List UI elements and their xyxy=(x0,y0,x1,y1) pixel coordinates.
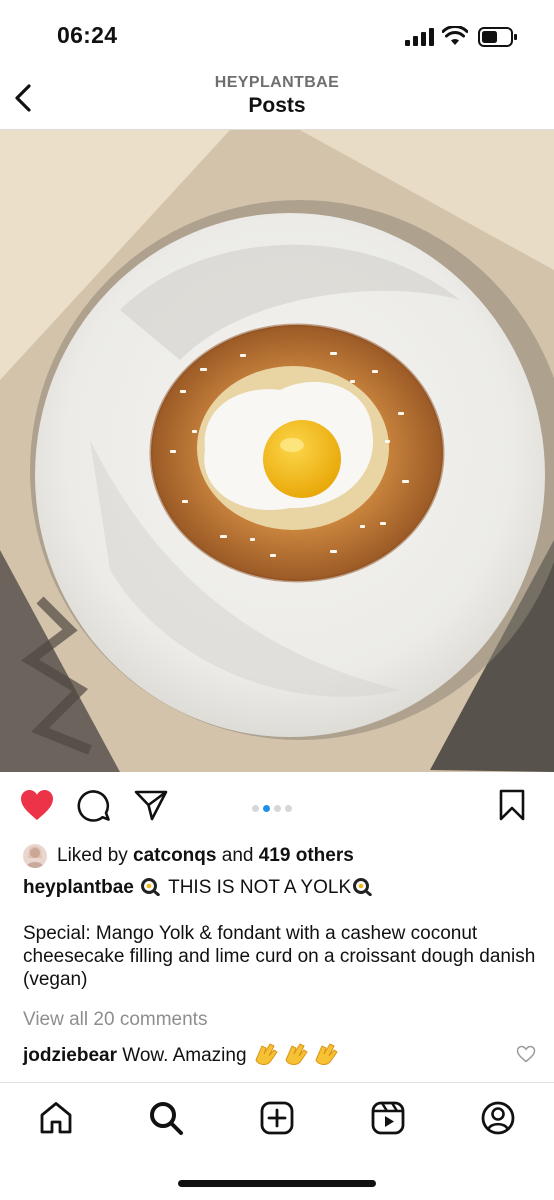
carousel-indicator xyxy=(252,799,296,817)
liked-by-prefix: Liked by xyxy=(57,845,134,866)
comment-item: jodziebear Wow. Amazing xyxy=(23,1040,342,1069)
status-time: 06:24 xyxy=(57,22,118,48)
battery-icon xyxy=(478,27,517,47)
paper-plane-icon[interactable] xyxy=(133,788,169,822)
reels-icon[interactable] xyxy=(370,1100,406,1136)
liked-by-user[interactable]: catconqs xyxy=(133,845,216,866)
home-icon[interactable] xyxy=(38,1100,74,1136)
liked-by-and: and xyxy=(216,845,259,866)
likes-summary[interactable]: Liked by catconqs and 419 others xyxy=(23,842,543,870)
liker-avatar xyxy=(23,844,47,868)
comment-user[interactable]: jodziebear xyxy=(23,1045,117,1066)
view-all-comments-link[interactable]: View all 20 comments xyxy=(23,1008,207,1032)
search-icon[interactable] xyxy=(148,1100,184,1136)
post-actions xyxy=(0,772,554,840)
heart-icon[interactable] xyxy=(19,788,55,822)
frying-pan-egg-icon xyxy=(141,878,160,896)
clapping-hands-icon xyxy=(255,1043,338,1065)
liked-by-others[interactable]: 419 others xyxy=(259,845,354,866)
page-title: Posts xyxy=(248,94,306,117)
status-bar: 06:24 xyxy=(0,0,554,70)
carousel-dot-active xyxy=(263,805,270,812)
post-header: HEYPLANTBAE Posts xyxy=(0,70,554,130)
home-indicator xyxy=(178,1180,376,1187)
post-image[interactable] xyxy=(0,130,554,772)
post-caption: heyplantbae THIS IS NOT A YOLK Special: … xyxy=(23,876,538,991)
caption-body: Special: Mango Yolk & fondant with a cas… xyxy=(23,923,536,990)
comment-like-heart-icon[interactable] xyxy=(516,1045,536,1063)
pastry-photo xyxy=(0,130,554,772)
caption-author[interactable]: heyplantbae xyxy=(23,877,134,898)
caption-headline: THIS IS NOT A YOLK xyxy=(168,877,352,898)
frying-pan-egg-icon xyxy=(353,878,372,896)
carousel-dot xyxy=(274,805,281,812)
speech-bubble-icon[interactable] xyxy=(77,788,111,822)
comment-text: Wow. Amazing xyxy=(122,1045,247,1066)
carousel-dot xyxy=(285,805,292,812)
header-username[interactable]: HEYPLANTBAE xyxy=(0,74,554,92)
profile-icon[interactable] xyxy=(480,1100,516,1136)
cellular-signal-icon xyxy=(405,28,434,46)
carousel-dot xyxy=(252,805,259,812)
create-post-icon[interactable] xyxy=(259,1100,295,1136)
bookmark-icon[interactable] xyxy=(498,788,526,822)
wifi-icon xyxy=(442,26,468,45)
